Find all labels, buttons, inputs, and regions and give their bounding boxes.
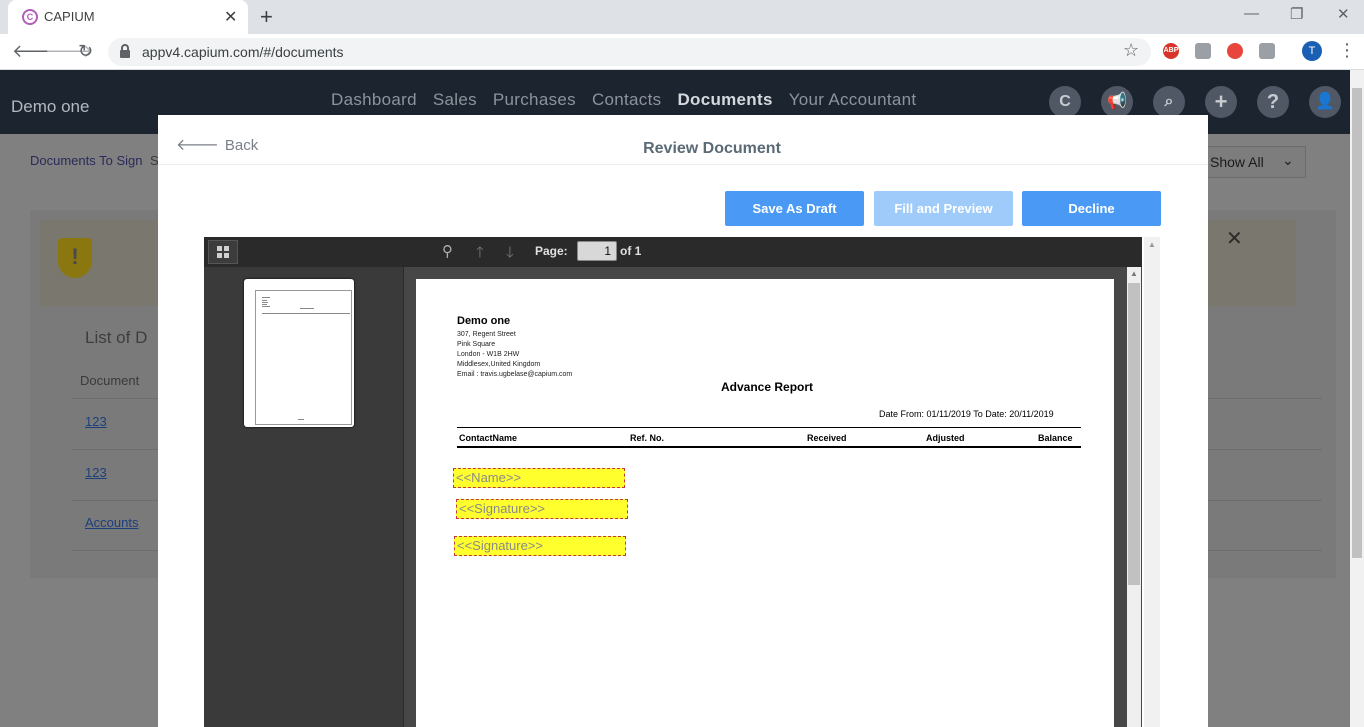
grid-icon[interactable] (208, 240, 238, 264)
page-thumbnail[interactable] (244, 279, 354, 427)
extension-icon[interactable] (1227, 43, 1243, 59)
search-icon[interactable]: ⌕ (1153, 86, 1185, 118)
nav-dashboard[interactable]: Dashboard (331, 90, 417, 110)
viewer-scrollbar[interactable]: ▲ (1127, 267, 1141, 727)
thumbnail-page (255, 290, 352, 425)
document-link[interactable]: 123 (85, 414, 107, 429)
doc-date-range: Date From: 01/11/2019 To Date: 20/11/201… (879, 409, 1054, 419)
menu-icon[interactable]: ⋮ (1338, 40, 1356, 61)
address-bar[interactable]: appv4.capium.com/#/documents ☆ (108, 38, 1151, 66)
nav-your-accountant[interactable]: Your Accountant (789, 90, 917, 110)
modal-scrollbar[interactable]: ▲ (1144, 237, 1160, 727)
fill-and-preview-button[interactable]: Fill and Preview (874, 191, 1013, 226)
browser-toolbar: 🡐 🡒 ↻ appv4.capium.com/#/documents ☆ ABP… (0, 34, 1364, 70)
restore-icon[interactable]: ❐ (1290, 5, 1303, 23)
doc-column-header: Balance (1038, 433, 1073, 443)
tab-title: CAPIUM (44, 9, 95, 24)
doc-address-line: London - W1B 2HW (457, 351, 520, 358)
reload-icon[interactable]: ↻ (78, 41, 93, 62)
scroll-up-icon[interactable]: ▲ (1130, 269, 1138, 278)
url-text[interactable]: appv4.capium.com/#/documents (142, 44, 344, 60)
nav-purchases[interactable]: Purchases (493, 90, 576, 110)
magnifier-icon[interactable]: ⚲ (442, 242, 453, 260)
document-link[interactable]: Accounts (85, 515, 138, 530)
nav-contacts[interactable]: Contacts (592, 90, 662, 110)
list-title: List of D (85, 328, 148, 347)
subnav-documents-to-sign[interactable]: Documents To Sign (30, 153, 143, 168)
chevron-down-icon: ⌄ (1282, 152, 1294, 168)
doc-company-name: Demo one (457, 315, 511, 327)
user-icon[interactable]: 👤 (1309, 86, 1341, 118)
document-page: Demo one 307, Regent Street Pink Square … (416, 279, 1114, 727)
doc-report-title: Advance Report (721, 380, 814, 394)
company-name: Demo one (11, 97, 90, 116)
shield-warning-icon: ! (58, 238, 92, 278)
document-area: Demo one 307, Regent Street Pink Square … (405, 267, 1142, 727)
lock-icon (120, 44, 130, 58)
doc-column-header: ContactName (459, 433, 518, 443)
pdf-viewer: ⚲ 🡑 🡓 Page: 1 of 1 Demo one 307, Regent … (204, 237, 1142, 727)
main-nav: Dashboard Sales Purchases Contacts Docum… (331, 90, 916, 110)
arrow-down-icon[interactable]: 🡓 (506, 242, 514, 267)
signature-field[interactable]: <<Signature>> (454, 536, 626, 556)
scrollbar-thumb[interactable] (1128, 283, 1140, 585)
modal-header: 🡐 Back Review Document (158, 115, 1208, 165)
page-label: Page: (535, 244, 568, 258)
star-icon[interactable]: ☆ (1123, 40, 1139, 61)
viewer-toolbar: ⚲ 🡑 🡓 Page: 1 of 1 (204, 237, 1142, 267)
doc-address-line: Middlesex,United Kingdom (457, 361, 541, 368)
decline-button[interactable]: Decline (1022, 191, 1161, 226)
minimize-icon[interactable]: — (1244, 5, 1259, 22)
doc-column-header: Ref. No. (630, 433, 665, 443)
new-tab-icon[interactable]: + (260, 4, 273, 30)
close-tab-icon[interactable]: ✕ (224, 7, 237, 27)
document-column-header: Document (80, 373, 140, 388)
page-number-input[interactable]: 1 (577, 241, 617, 261)
close-icon[interactable]: ✕ (1226, 226, 1243, 251)
doc-address-line: Pink Square (457, 341, 496, 348)
review-document-modal: 🡐 Back Review Document Save As Draft Fill… (158, 115, 1208, 727)
page-scrollbar[interactable] (1350, 70, 1364, 727)
camera-icon[interactable] (1259, 43, 1275, 59)
arrow-up-icon[interactable]: 🡑 (476, 242, 484, 267)
nav-documents[interactable]: Documents (677, 90, 772, 110)
capium-logo-icon[interactable]: C (1049, 86, 1081, 118)
name-field[interactable]: <<Name>> (453, 468, 625, 488)
doc-rule (457, 446, 1081, 448)
doc-column-header: Adjusted (926, 433, 965, 443)
nav-sales[interactable]: Sales (433, 90, 477, 110)
doc-email: Email : travis.ugbelase@capium.com (457, 371, 573, 378)
save-as-draft-button[interactable]: Save As Draft (725, 191, 864, 226)
profile-avatar[interactable]: T (1302, 41, 1322, 61)
extension-icon[interactable] (1195, 43, 1211, 59)
document-link[interactable]: 123 (85, 465, 107, 480)
signature-field[interactable]: <<Signature>> (456, 499, 628, 519)
megaphone-icon[interactable]: 📢 (1101, 86, 1133, 118)
adblock-extension-icon[interactable]: ABP (1163, 43, 1179, 59)
browser-tabbar: C CAPIUM ✕ + — ❐ ✕ (0, 0, 1364, 34)
browser-tab[interactable]: C CAPIUM ✕ (8, 0, 248, 34)
close-window-icon[interactable]: ✕ (1337, 5, 1350, 23)
doc-address-line: 307, Regent Street (457, 331, 516, 338)
doc-column-header: Received (807, 433, 847, 443)
modal-title: Review Document (643, 140, 781, 157)
favicon-icon: C (22, 9, 38, 25)
page-count: of 1 (620, 244, 642, 258)
plus-icon[interactable]: + (1205, 86, 1237, 118)
help-icon[interactable]: ? (1257, 86, 1289, 118)
doc-rule (457, 427, 1081, 428)
scroll-up-icon[interactable]: ▲ (1148, 240, 1156, 249)
thumbnail-sidebar (204, 267, 404, 727)
